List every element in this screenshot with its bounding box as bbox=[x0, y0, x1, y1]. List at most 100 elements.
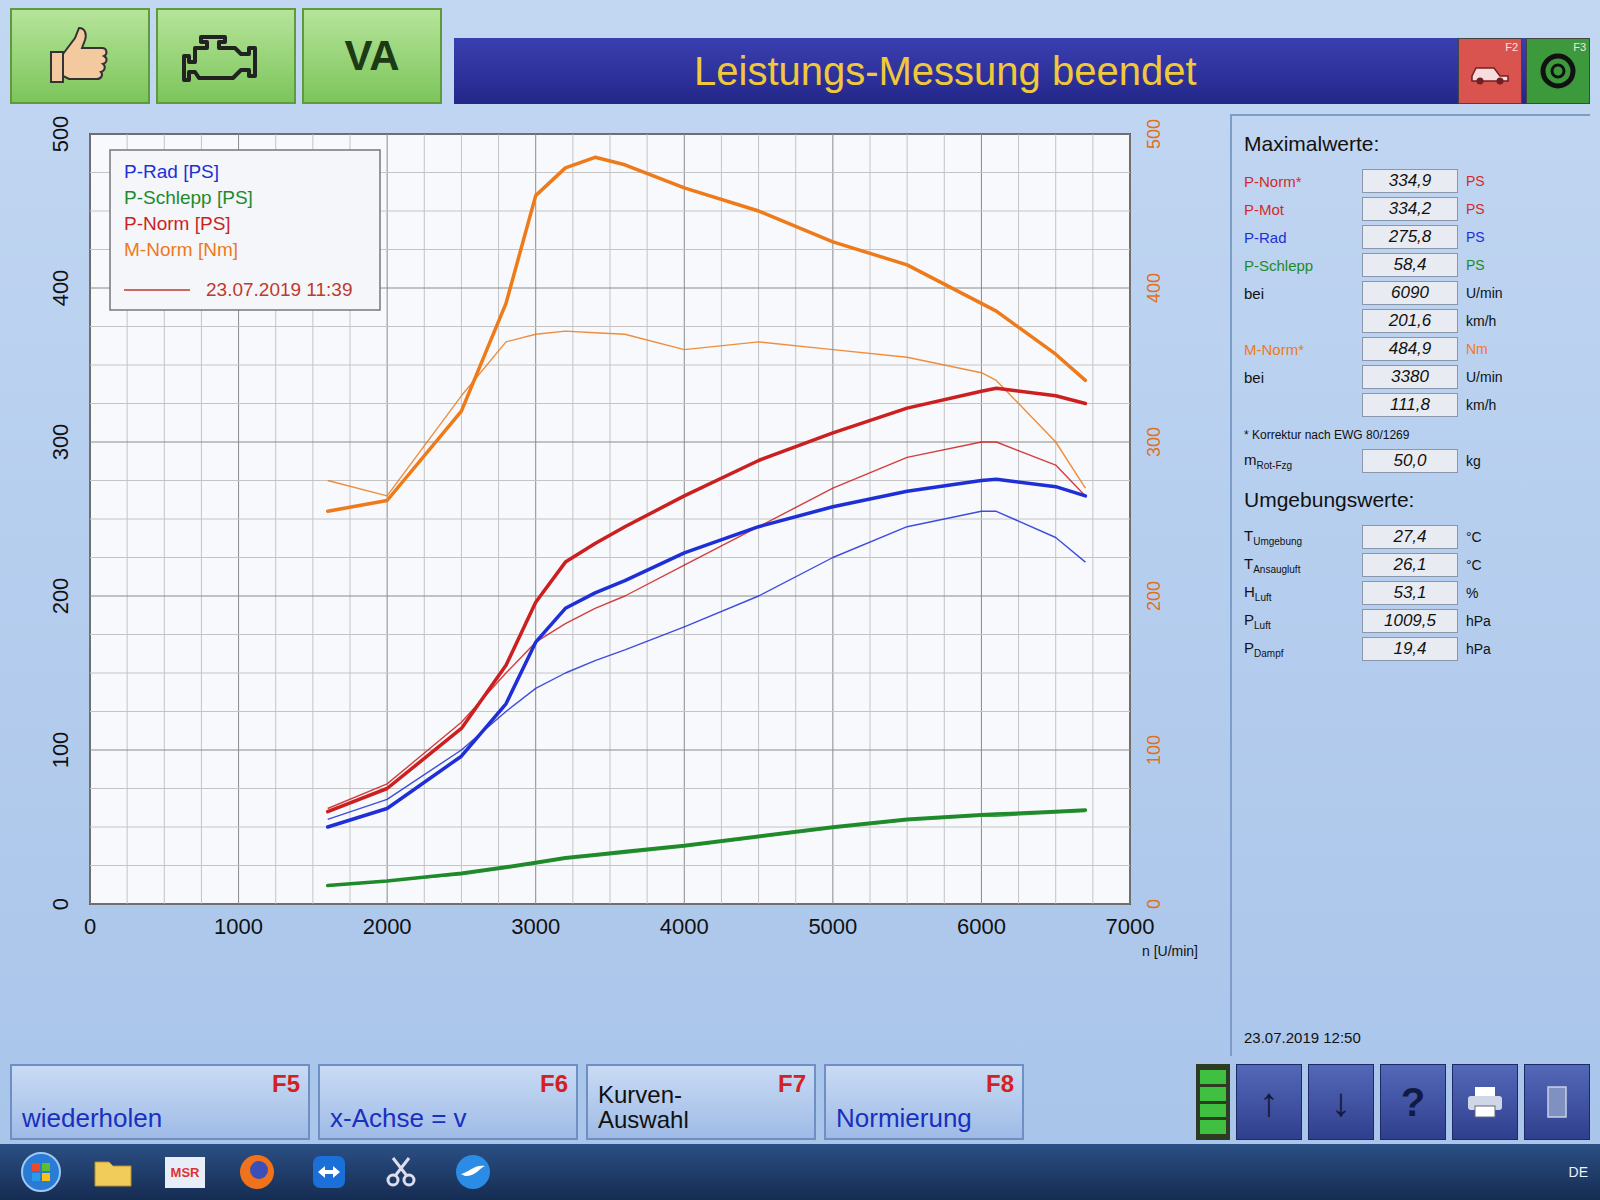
folder-icon bbox=[92, 1154, 134, 1190]
system-tray: DE bbox=[1569, 1164, 1588, 1180]
msr-app-label: MSR bbox=[165, 1157, 206, 1188]
taskbar-app[interactable] bbox=[228, 1148, 286, 1196]
x-tick: 4000 bbox=[660, 914, 709, 939]
maxima-row: P-Schlepp58,4PS bbox=[1244, 252, 1578, 278]
maxima-row: 111,8km/h bbox=[1244, 392, 1578, 418]
ambient-unit: hPa bbox=[1466, 641, 1522, 657]
corner-button[interactable]: F3 bbox=[1526, 38, 1590, 104]
nav-button[interactable] bbox=[1452, 1064, 1518, 1140]
taskbar-app[interactable] bbox=[84, 1148, 142, 1196]
language-indicator[interactable]: DE bbox=[1569, 1164, 1588, 1180]
ambient-row: PDampf19,4hPa bbox=[1244, 636, 1578, 662]
mass-row: mRot-Fzg50,0kg bbox=[1244, 448, 1578, 474]
grid-line bbox=[90, 519, 1130, 520]
maxima-label: P-Norm* bbox=[1244, 173, 1354, 190]
function-key-label: wiederholen bbox=[22, 1105, 162, 1132]
series-line bbox=[328, 157, 1086, 511]
maxima-unit: U/min bbox=[1466, 285, 1522, 301]
function-key[interactable]: F5 wiederholen bbox=[10, 1064, 310, 1140]
wheel-icon bbox=[1538, 51, 1578, 91]
maxima-unit: km/h bbox=[1466, 313, 1522, 329]
toolbar-button[interactable] bbox=[156, 8, 296, 104]
function-key-number: F6 bbox=[540, 1070, 568, 1098]
function-key[interactable]: F8Normierung bbox=[824, 1064, 1024, 1140]
ambient-value: 1009,5 bbox=[1362, 609, 1458, 633]
ambient-row: TUmgebung27,4°C bbox=[1244, 524, 1578, 550]
grid-line bbox=[90, 673, 1130, 674]
legend-compare: 23.07.2019 11:39 bbox=[206, 279, 353, 300]
main: 01000200030004000500060007000n [U/min]01… bbox=[0, 110, 1600, 1060]
series-line bbox=[328, 388, 1086, 811]
grid-line bbox=[90, 711, 1130, 712]
taskbar-app[interactable] bbox=[444, 1148, 502, 1196]
x-tick: 3000 bbox=[511, 914, 560, 939]
status-indicator bbox=[1196, 1064, 1230, 1140]
right-tick: 0 bbox=[1144, 899, 1164, 909]
compare-line bbox=[328, 511, 1086, 819]
ambient-value: 53,1 bbox=[1362, 581, 1458, 605]
left-tick: 0 bbox=[48, 898, 73, 910]
ambient-row: HLuft53,1% bbox=[1244, 580, 1578, 606]
maxima-unit: Nm bbox=[1466, 341, 1522, 357]
grid-line bbox=[90, 134, 1130, 135]
nav-glyph: ↓ bbox=[1331, 1080, 1351, 1125]
toolbar: VALeistungs-Messung beendetF2F3 bbox=[0, 0, 1600, 110]
printer-icon bbox=[1465, 1084, 1505, 1120]
values-panel: Maximalwerte:P-Norm*334,9PSP-Mot334,2PSP… bbox=[1230, 114, 1590, 1056]
left-tick: 500 bbox=[48, 116, 73, 153]
ambient-value: 27,4 bbox=[1362, 525, 1458, 549]
nav-button[interactable]: ↑ bbox=[1236, 1064, 1302, 1140]
nav-button[interactable] bbox=[1524, 1064, 1590, 1140]
ambient-row: PLuft1009,5hPa bbox=[1244, 608, 1578, 634]
grid-line bbox=[90, 827, 1130, 828]
function-key[interactable]: F6x-Achse = v bbox=[318, 1064, 578, 1140]
right-tick: 500 bbox=[1144, 119, 1164, 149]
nav-buttons: ↑ ↓? bbox=[1032, 1064, 1590, 1140]
maxima-row: 201,6km/h bbox=[1244, 308, 1578, 334]
maxima-value: 484,9 bbox=[1362, 337, 1458, 361]
function-key[interactable]: F7Kurven-Auswahl bbox=[586, 1064, 816, 1140]
maxima-value: 334,9 bbox=[1362, 169, 1458, 193]
maxima-label: P-Schlepp bbox=[1244, 257, 1354, 274]
corner-button[interactable]: F2 bbox=[1458, 38, 1522, 104]
firefox-icon bbox=[237, 1152, 277, 1192]
correction-note: * Korrektur nach EWG 80/1269 bbox=[1244, 428, 1578, 442]
series-line bbox=[328, 810, 1086, 885]
legend-item: P-Rad [PS] bbox=[124, 161, 219, 182]
taskbar-app[interactable] bbox=[12, 1148, 70, 1196]
left-tick: 200 bbox=[48, 578, 73, 615]
chart-panel: 01000200030004000500060007000n [U/min]01… bbox=[10, 114, 1220, 1056]
maxima-label: bei bbox=[1244, 369, 1354, 386]
maxima-row: P-Mot334,2PS bbox=[1244, 196, 1578, 222]
legend-item: M-Norm [Nm] bbox=[124, 239, 238, 260]
x-unit: n [U/min] bbox=[1142, 943, 1198, 959]
maxima-row: M-Norm*484,9Nm bbox=[1244, 336, 1578, 362]
maxima-value: 275,8 bbox=[1362, 225, 1458, 249]
grid-line bbox=[90, 788, 1130, 789]
ambient-label: PDampf bbox=[1244, 639, 1354, 659]
mass-unit: kg bbox=[1466, 453, 1522, 469]
nav-button[interactable]: ↓ bbox=[1308, 1064, 1374, 1140]
teamviewer-icon bbox=[309, 1152, 349, 1192]
taskbar: MSR DE bbox=[0, 1144, 1600, 1200]
maxima-label: P-Mot bbox=[1244, 201, 1354, 218]
scissors-icon bbox=[381, 1152, 421, 1192]
x-tick: 5000 bbox=[808, 914, 857, 939]
maxima-unit: U/min bbox=[1466, 369, 1522, 385]
taskbar-app[interactable]: MSR bbox=[156, 1148, 214, 1196]
toolbar-button[interactable]: VA bbox=[302, 8, 442, 104]
maxima-value: 334,2 bbox=[1362, 197, 1458, 221]
left-tick: 100 bbox=[48, 732, 73, 769]
nav-button[interactable]: ? bbox=[1380, 1064, 1446, 1140]
x-tick: 0 bbox=[84, 914, 96, 939]
ambient-title: Umgebungswerte: bbox=[1244, 488, 1578, 512]
taskbar-app[interactable] bbox=[300, 1148, 358, 1196]
bird-icon bbox=[453, 1152, 493, 1192]
x-tick: 6000 bbox=[957, 914, 1006, 939]
taskbar-app[interactable] bbox=[372, 1148, 430, 1196]
function-key-number: F8 bbox=[986, 1070, 1014, 1098]
maxima-value: 6090 bbox=[1362, 281, 1458, 305]
toolbar-button[interactable] bbox=[10, 8, 150, 104]
ambient-label: TAnsaugluft bbox=[1244, 555, 1354, 575]
function-key-number: F5 bbox=[272, 1070, 300, 1098]
